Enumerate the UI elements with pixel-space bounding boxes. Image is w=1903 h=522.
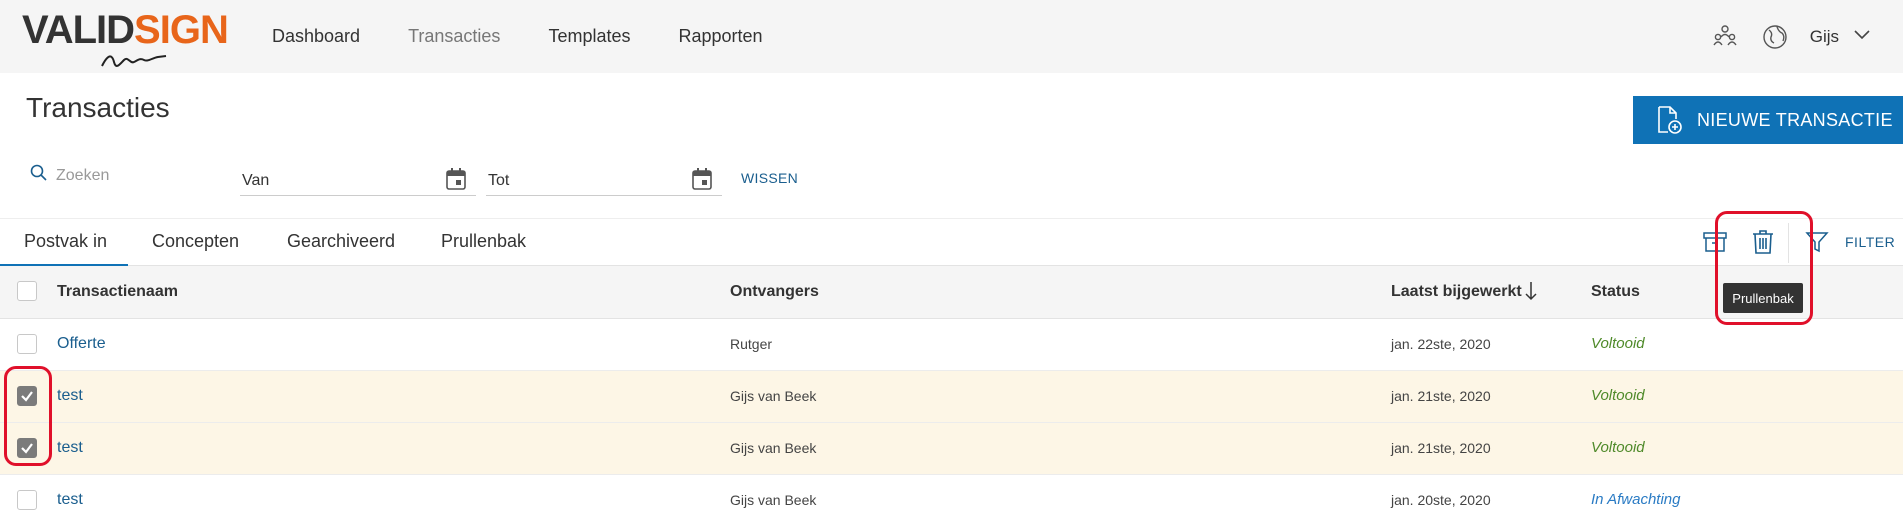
transaction-name-link[interactable]: Offerte [57,335,106,353]
top-header: VALIDSIGN Dashboard Transacties Template… [0,0,1903,73]
annotation-box-checkboxes [4,366,52,466]
contacts-icon[interactable] [1710,22,1740,52]
table-row[interactable]: test Gijs van Beek jan. 20ste, 2020 In A… [0,475,1903,522]
recipients-cell: Rutger [730,336,773,352]
status-cell: Voltooid [1591,335,1645,352]
new-transaction-button[interactable]: NIEUWE TRANSACTIE [1633,96,1903,144]
tab-prullenbak[interactable]: Prullenbak [441,231,526,252]
recipients-cell: Gijs van Beek [730,388,817,404]
table-row[interactable]: Offerte Rutger jan. 22ste, 2020 Voltooid [0,319,1903,371]
col-ontvangers[interactable]: Ontvangers [730,283,819,301]
status-cell: In Afwachting [1591,491,1681,508]
tabs-bar: Postvak in Concepten Gearchiveerd Prulle… [0,218,1903,266]
transaction-name-link[interactable]: test [57,491,83,509]
filter-button[interactable]: FILTER [1845,234,1895,250]
transactions-table: Transactienaam Ontvangers Laatst bijgewe… [0,266,1903,522]
updated-cell: jan. 21ste, 2020 [1391,440,1491,456]
date-to-label: Tot [488,172,510,189]
logo-text-valid: VALID [22,8,135,52]
new-transaction-label: NIEUWE TRANSACTIE [1697,109,1893,130]
transaction-name-link[interactable]: test [57,439,83,457]
updated-cell: jan. 20ste, 2020 [1391,492,1491,508]
clear-filters-link[interactable]: WISSEN [741,170,798,186]
recipients-cell: Gijs van Beek [730,492,817,508]
nav-rapporten[interactable]: Rapporten [678,26,762,47]
nav-dashboard[interactable]: Dashboard [272,26,360,47]
tab-gearchiveerd[interactable]: Gearchiveerd [287,231,395,252]
row-checkbox[interactable] [17,490,37,510]
validsign-logo[interactable]: VALIDSIGN [22,8,232,68]
calendar-icon[interactable] [446,168,466,195]
status-cell: Voltooid [1591,387,1645,404]
tab-concepten[interactable]: Concepten [152,231,239,252]
chevron-down-icon[interactable] [1853,28,1871,46]
nav-templates[interactable]: Templates [548,26,630,47]
search-placeholder: Zoeken [56,166,110,184]
header-right: Gijs [1710,0,1903,73]
date-to-field[interactable]: Tot [486,166,722,196]
signature-squiggle-icon [101,55,167,67]
page-title: Transacties [26,92,170,123]
search-icon [30,164,48,187]
updated-cell: jan. 21ste, 2020 [1391,388,1491,404]
user-name[interactable]: Gijs [1810,27,1839,47]
search-input[interactable]: Zoeken [30,164,109,187]
date-from-field[interactable]: Van [240,166,476,196]
table-row[interactable]: test Gijs van Beek jan. 21ste, 2020 Volt… [0,423,1903,475]
main-nav: Dashboard Transacties Templates Rapporte… [272,0,811,73]
transaction-name-link[interactable]: test [57,387,83,405]
globe-icon[interactable] [1760,22,1790,52]
status-cell: Voltooid [1591,439,1645,456]
nav-transacties[interactable]: Transacties [408,26,500,47]
col-laatst-bijgewerkt[interactable]: Laatst bijgewerkt [1391,283,1522,301]
updated-cell: jan. 22ste, 2020 [1391,336,1491,352]
date-from-label: Van [242,172,270,189]
tab-postvak-in[interactable]: Postvak in [24,231,107,252]
sort-arrow-down-icon[interactable] [1525,281,1537,306]
row-checkbox[interactable] [17,334,37,354]
recipients-cell: Gijs van Beek [730,440,817,456]
col-transactienaam[interactable]: Transactienaam [57,283,178,301]
table-header: Transactienaam Ontvangers Laatst bijgewe… [0,266,1903,319]
new-document-icon [1655,105,1683,135]
logo-text-sign: SIGN [134,8,229,52]
col-status[interactable]: Status [1591,283,1640,301]
table-row[interactable]: test Gijs van Beek jan. 21ste, 2020 Volt… [0,371,1903,423]
calendar-icon[interactable] [692,168,712,195]
annotation-box-trash [1715,211,1813,325]
select-all-checkbox[interactable] [17,281,37,301]
